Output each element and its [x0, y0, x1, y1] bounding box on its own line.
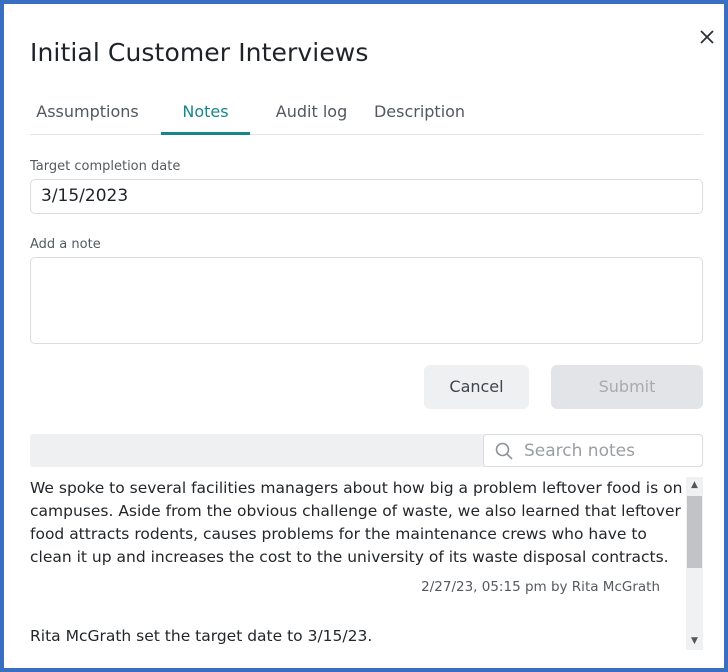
scrollbar-thumb[interactable]: [687, 496, 702, 568]
cancel-button[interactable]: Cancel: [424, 365, 529, 409]
submit-button[interactable]: Submit: [551, 365, 703, 409]
note-item: We spoke to several facilities managers …: [30, 477, 686, 595]
notes-scrollbar[interactable]: ▲ ▼: [686, 477, 703, 650]
search-icon: [495, 442, 513, 460]
tab-audit-log[interactable]: Audit log: [270, 92, 353, 135]
tab-description[interactable]: Description: [372, 92, 467, 135]
note-item: Rita McGrath set the target date to 3/15…: [30, 625, 686, 648]
notes-list: We spoke to several facilities managers …: [30, 477, 686, 657]
target-date-label: Target completion date: [30, 159, 181, 174]
note-label: Add a note: [30, 237, 101, 252]
dialog: Initial Customer Interviews Assumptions …: [0, 0, 728, 672]
scroll-up-icon[interactable]: ▲: [686, 477, 703, 494]
note-text: Rita McGrath set the target date to 3/15…: [30, 627, 373, 645]
close-icon[interactable]: [694, 24, 720, 50]
target-date-input[interactable]: 3/15/2023: [30, 179, 703, 214]
tab-bar: Assumptions Notes Audit log Description: [30, 92, 703, 135]
dialog-title: Initial Customer Interviews: [30, 38, 369, 67]
note-textarea[interactable]: [30, 257, 703, 344]
note-text: We spoke to several facilities managers …: [30, 479, 683, 566]
scroll-down-icon[interactable]: ▼: [686, 633, 703, 650]
search-box[interactable]: [483, 434, 703, 467]
note-meta: 2/27/23, 05:15 pm by Rita McGrath: [421, 579, 660, 595]
tab-notes[interactable]: Notes: [161, 92, 250, 135]
tab-assumptions[interactable]: Assumptions: [30, 92, 145, 135]
search-input[interactable]: [524, 440, 694, 462]
